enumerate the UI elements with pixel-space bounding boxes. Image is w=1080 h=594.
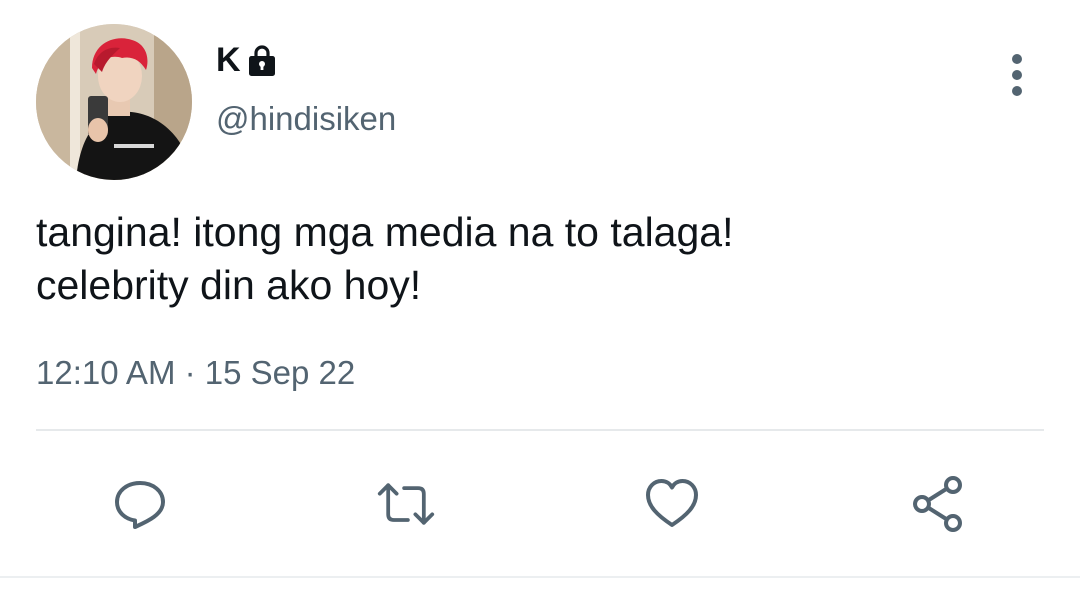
display-name-text: K — [216, 40, 241, 79]
lock-icon — [245, 43, 279, 77]
reply-icon — [115, 481, 165, 529]
tweet-text-line: celebrity din ako hoy! — [36, 262, 422, 308]
share-button[interactable] — [908, 474, 968, 534]
author-handle[interactable]: @hindisiken — [216, 100, 396, 138]
like-button[interactable] — [642, 474, 702, 534]
display-name[interactable]: K — [216, 38, 279, 82]
retweet-button[interactable] — [376, 474, 436, 534]
avatar-image — [36, 24, 192, 180]
tweet-timestamp[interactable]: 12:10 AM · 15 Sep 22 — [36, 354, 355, 392]
avatar[interactable] — [36, 24, 192, 180]
more-vertical-icon-dot — [1012, 70, 1022, 80]
retweet-icon — [377, 483, 435, 525]
heart-icon — [646, 479, 698, 527]
bottom-divider — [0, 576, 1080, 578]
divider — [36, 429, 1044, 431]
tweet-text: tangina! itong mga media na to talaga! c… — [36, 206, 1036, 312]
share-icon — [913, 476, 962, 532]
more-options-button[interactable] — [1000, 50, 1034, 100]
tweet-text-line: tangina! itong mga media na to talaga! — [36, 209, 734, 255]
reply-button[interactable] — [110, 474, 170, 534]
more-vertical-icon-dot — [1012, 54, 1022, 64]
more-vertical-icon-dot — [1012, 86, 1022, 96]
